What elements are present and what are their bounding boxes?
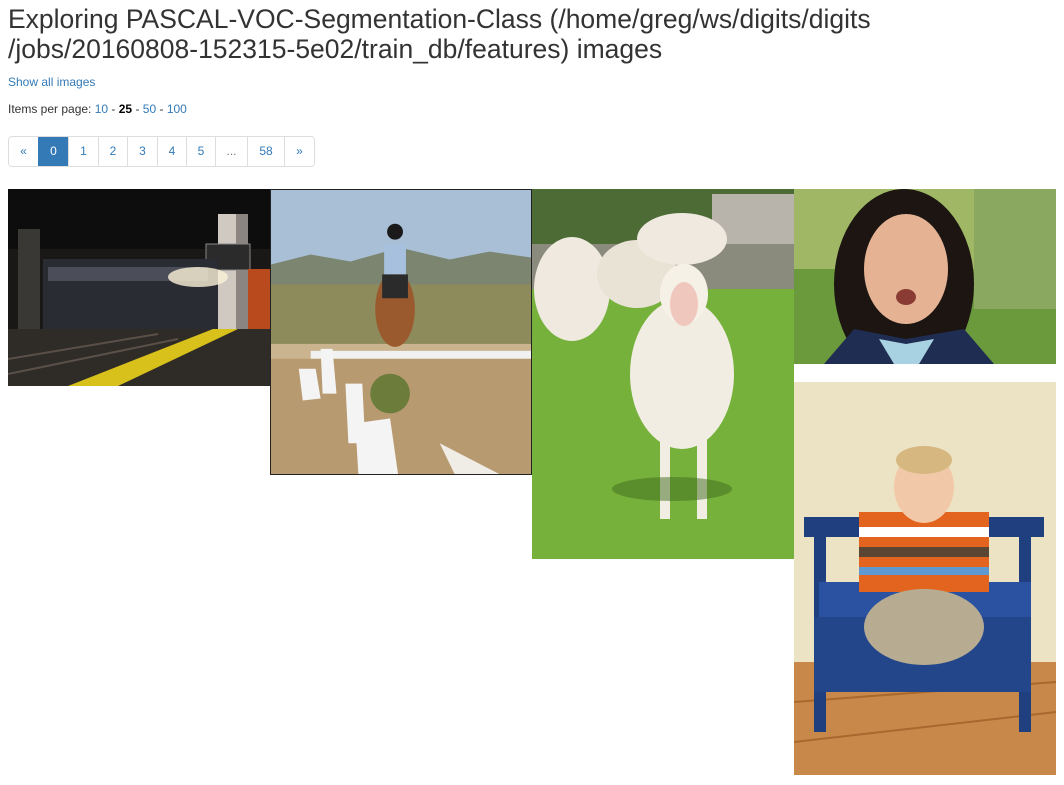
dataset-image-sheep[interactable] [532, 189, 794, 559]
per-page-option-100[interactable]: 100 [167, 102, 187, 116]
per-page-option-50[interactable]: 50 [143, 102, 156, 116]
items-per-page: Items per page: 10 - 25 - 50 - 100 [8, 102, 187, 116]
pagination-page-58[interactable]: 58 [247, 137, 284, 166]
dataset-image-baby[interactable] [794, 382, 1056, 775]
page-title: Exploring PASCAL-VOC-Segmentation-Class … [8, 4, 871, 64]
items-per-page-label: Items per page: [8, 102, 95, 116]
show-all-images-link[interactable]: Show all images [8, 74, 95, 90]
pagination-ellipsis: ... [215, 137, 247, 166]
pagination-prev-button[interactable]: « [9, 137, 38, 166]
dataset-image-woman[interactable] [794, 189, 1056, 364]
dataset-image-horse-rider[interactable] [270, 189, 532, 475]
pagination-next-button[interactable]: » [284, 137, 314, 166]
pagination: « 0 1 2 3 4 5 ... 58 » [8, 136, 315, 167]
pagination-page-1[interactable]: 1 [68, 137, 98, 166]
pagination-page-4[interactable]: 4 [157, 137, 186, 166]
per-page-option-25-current: 25 [118, 102, 133, 116]
horse-rider-image [271, 190, 531, 474]
sheep-image [532, 189, 794, 559]
baby-image [794, 382, 1056, 775]
pagination-page-5[interactable]: 5 [186, 137, 215, 166]
pagination-page-3[interactable]: 3 [127, 137, 157, 166]
pagination-page-0[interactable]: 0 [38, 137, 68, 166]
train-image [8, 189, 270, 386]
per-page-option-10[interactable]: 10 [95, 102, 108, 116]
pagination-page-2[interactable]: 2 [98, 137, 127, 166]
dataset-image-train[interactable] [8, 189, 270, 386]
woman-image [794, 189, 1056, 364]
